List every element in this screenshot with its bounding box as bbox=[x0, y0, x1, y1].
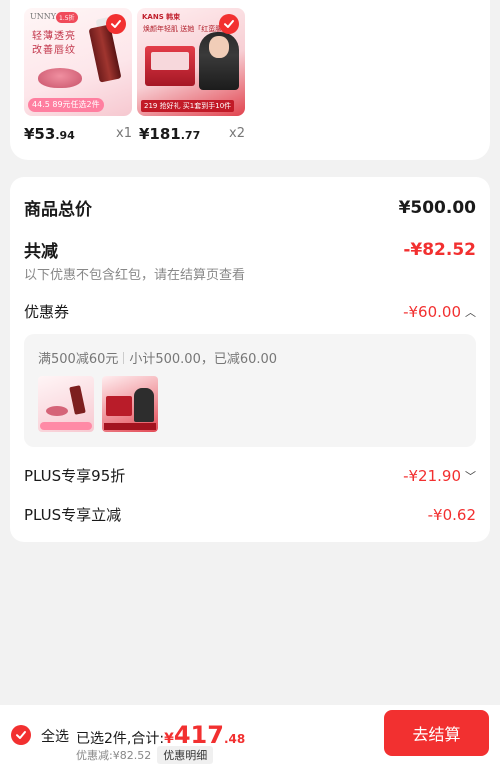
check-icon bbox=[224, 20, 234, 28]
plus-discount-row[interactable]: PLUS专享95折 -¥21.90 ﹀ bbox=[24, 465, 476, 486]
plus-reduce-label: PLUS专享立减 bbox=[24, 506, 122, 524]
selected-text: 已选2件,合计: bbox=[76, 731, 165, 747]
product-select-checkbox[interactable] bbox=[219, 14, 239, 34]
coupon-label: 优惠券 bbox=[24, 303, 70, 321]
plus-reduce-value: -¥0.62 bbox=[427, 505, 476, 524]
plus-discount-toggle[interactable]: -¥21.90 ﹀ bbox=[403, 467, 476, 485]
product-badge: 1.5折 bbox=[56, 12, 78, 23]
checkout-button[interactable]: 去结算 bbox=[384, 710, 489, 756]
checkout-bar: 全选 已选2件,合计:¥417.48 优惠减:¥82.52 优惠明细 去结算 bbox=[0, 705, 500, 773]
discount-detail-button[interactable]: 优惠明细 bbox=[157, 746, 214, 764]
total-row: 商品总价 ¥500.00 bbox=[24, 195, 476, 221]
check-icon bbox=[16, 731, 26, 739]
chevron-down-icon: ﹀ bbox=[465, 469, 476, 483]
product-quantity: x2 bbox=[229, 126, 245, 141]
price-summary-card: 商品总价 ¥500.00 共减 -¥82.52 以下优惠不包含红包，请在结算页查… bbox=[10, 177, 490, 542]
model-face-graphic bbox=[209, 36, 229, 58]
coupon-detail-panel: 满500减60元 小计500.00，已减60.00 bbox=[24, 334, 476, 447]
coupon-product-thumb[interactable] bbox=[102, 376, 158, 432]
giftset-box-graphic bbox=[145, 46, 195, 86]
coupon-value-toggle[interactable]: -¥60.00 ︿ bbox=[403, 303, 476, 321]
coupon-product-thumb[interactable] bbox=[38, 376, 94, 432]
chevron-up-icon: ︿ bbox=[465, 305, 476, 319]
reduce-value: -¥82.52 bbox=[403, 239, 476, 260]
product-price: ¥53.94 bbox=[24, 125, 75, 143]
discount-summary: 优惠减:¥82.52 优惠明细 bbox=[76, 746, 214, 764]
product-promo-tag: 44.5 89元任选2件 bbox=[28, 98, 104, 112]
discount-note: 以下优惠不包含红包，请在结算页查看 bbox=[24, 268, 246, 283]
cart-products-card: UNNY 1.5折 轻薄透亮 改善唇纹 44.5 89元任选2件 KANS 韩束… bbox=[10, 0, 490, 160]
coupon-value: -¥60.00 bbox=[403, 302, 461, 321]
plus-reduce-row: PLUS专享立减 -¥0.62 bbox=[24, 504, 476, 525]
product-select-checkbox[interactable] bbox=[106, 14, 126, 34]
plus-discount-value: -¥21.90 bbox=[403, 466, 461, 485]
product-image-kans-giftset[interactable]: KANS 韩束 焕颜年轻肌 送她「红蛮腰」 219 抢好礼 买1套到手10件 bbox=[137, 8, 245, 116]
selected-total: 已选2件,合计:¥417.48 bbox=[76, 721, 246, 749]
reduce-row: 共减 -¥82.52 bbox=[24, 237, 476, 263]
total-label: 商品总价 bbox=[24, 200, 92, 220]
product-price: ¥181.77 bbox=[139, 125, 201, 143]
product-brand: KANS 韩束 bbox=[142, 13, 181, 21]
product-headline: 轻薄透亮 改善唇纹 bbox=[32, 31, 76, 56]
reduce-label: 共减 bbox=[24, 242, 58, 262]
plus-discount-label: PLUS专享95折 bbox=[24, 467, 126, 485]
coupon-row[interactable]: 优惠券 -¥60.00 ︿ bbox=[24, 301, 476, 322]
check-icon bbox=[111, 20, 121, 28]
lips-graphic bbox=[38, 68, 82, 88]
select-all-label[interactable]: 全选 bbox=[41, 726, 69, 746]
select-all-checkbox[interactable] bbox=[11, 725, 31, 745]
product-image-unny-lipstick[interactable]: UNNY 1.5折 轻薄透亮 改善唇纹 44.5 89元任选2件 bbox=[24, 8, 132, 116]
product-brand: UNNY bbox=[30, 12, 57, 21]
product-quantity: x1 bbox=[116, 126, 132, 141]
total-amount: 417 bbox=[173, 721, 224, 749]
total-value: ¥500.00 bbox=[398, 197, 476, 218]
coupon-rule: 满500减60元 小计500.00，已减60.00 bbox=[38, 352, 278, 367]
product-promo-tag: 219 抢好礼 买1套到手10件 bbox=[141, 100, 235, 112]
